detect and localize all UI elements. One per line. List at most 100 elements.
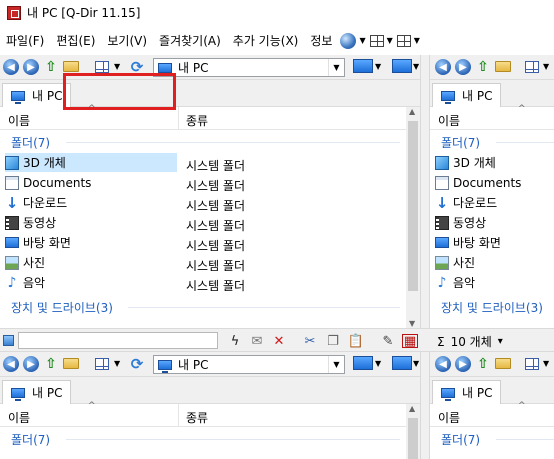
menu-extras[interactable]: 추가 기능(X): [227, 32, 305, 49]
back-icon[interactable]: ◀: [3, 59, 19, 75]
back-icon[interactable]: ◀: [435, 356, 451, 372]
mail-icon[interactable]: ✉: [249, 334, 265, 349]
item-count[interactable]: Σ 10 개체 ▾: [437, 333, 503, 350]
tab-my-pc[interactable]: 내 PC: [432, 380, 502, 404]
file-list[interactable]: ^ 이름 폴더(7): [430, 401, 554, 459]
vertical-scrollbar[interactable]: ▲ ▼: [406, 107, 420, 328]
back-icon[interactable]: ◀: [435, 59, 451, 75]
forward-icon[interactable]: ▶: [455, 356, 471, 372]
paste-icon[interactable]: 📋: [348, 334, 364, 349]
chevron-down-icon[interactable]: ▼: [543, 359, 549, 368]
address-bar[interactable]: 내 PC ▼: [153, 58, 345, 77]
properties-icon[interactable]: ▦: [402, 334, 418, 349]
filter-input[interactable]: [18, 332, 218, 349]
refresh-icon[interactable]: ⟳: [129, 355, 145, 373]
scroll-up-icon[interactable]: ▲: [409, 404, 415, 413]
tab-my-pc[interactable]: 내 PC: [2, 380, 72, 404]
list-item[interactable]: 사진: [435, 253, 554, 272]
filter-icon[interactable]: [3, 335, 14, 346]
group-folders[interactable]: 폴더(7): [441, 134, 480, 151]
up-folder-icon[interactable]: ⇧: [475, 59, 491, 75]
chevron-down-icon[interactable]: ▼: [413, 62, 419, 71]
monitor-icon[interactable]: [392, 356, 412, 370]
scroll-down-icon[interactable]: ▼: [409, 319, 415, 328]
copy-icon[interactable]: ❐: [325, 334, 341, 349]
menu-view[interactable]: 보기(V): [101, 32, 153, 49]
column-separator[interactable]: [178, 404, 179, 427]
group-drives[interactable]: 장치 및 드라이브(3): [11, 299, 113, 316]
group-folders[interactable]: 폴더(7): [441, 431, 480, 448]
chevron-down-icon[interactable]: ▼: [114, 359, 120, 368]
monitor-icon[interactable]: [392, 59, 412, 73]
tab-my-pc[interactable]: 내 PC: [2, 83, 72, 107]
forward-icon[interactable]: ▶: [23, 356, 39, 372]
layout-grid-icon[interactable]: [396, 34, 411, 47]
monitor-icon[interactable]: [353, 59, 373, 73]
list-item[interactable]: 3D 개체: [5, 153, 177, 172]
column-type[interactable]: 종류: [186, 409, 208, 426]
list-item[interactable]: Documents: [5, 173, 177, 192]
layout-grid-icon[interactable]: [369, 34, 384, 47]
list-item[interactable]: ↓ 다운로드: [5, 193, 177, 212]
new-folder-icon[interactable]: [495, 61, 511, 72]
file-list[interactable]: ^ 이름 종류 폴더(7) 3D 개체 시스템 폴더 Documents 시스템…: [0, 104, 406, 328]
view-mode-icon[interactable]: [525, 61, 539, 73]
list-item[interactable]: 동영상: [5, 213, 177, 232]
menu-file[interactable]: 파일(F): [0, 32, 50, 49]
menu-favorites[interactable]: 즐겨찾기(A): [153, 32, 227, 49]
back-icon[interactable]: ◀: [3, 356, 19, 372]
column-name[interactable]: 이름: [8, 112, 30, 129]
chevron-down-icon[interactable]: ▼: [359, 36, 365, 45]
menu-edit[interactable]: 편집(E): [50, 32, 101, 49]
column-separator[interactable]: [178, 107, 179, 130]
list-item[interactable]: ♪ 음악: [5, 273, 177, 292]
list-item[interactable]: ♪ 음악: [435, 273, 554, 292]
forward-icon[interactable]: ▶: [455, 59, 471, 75]
up-folder-icon[interactable]: ⇧: [43, 59, 59, 75]
delete-icon[interactable]: ✕: [271, 334, 287, 349]
list-item[interactable]: Documents: [435, 173, 554, 192]
scroll-up-icon[interactable]: ▲: [409, 107, 415, 116]
monitor-icon[interactable]: [353, 356, 373, 370]
view-mode-icon[interactable]: [525, 358, 539, 370]
list-item[interactable]: 3D 개체: [435, 153, 554, 172]
tab-my-pc[interactable]: 내 PC: [432, 83, 502, 107]
file-list[interactable]: ^ 이름 폴더(7) 3D 개체 Documents ↓ 다운로드 동영상 바탕 …: [430, 104, 554, 328]
file-list[interactable]: ^ 이름 종류 폴더(7): [0, 401, 406, 459]
up-folder-icon[interactable]: ⇧: [43, 356, 59, 372]
address-bar[interactable]: 내 PC ▼: [153, 355, 345, 374]
chevron-down-icon[interactable]: ▼: [413, 359, 419, 368]
lightning-icon[interactable]: ϟ: [227, 334, 243, 349]
list-item[interactable]: ↓ 다운로드: [435, 193, 554, 212]
globe-icon[interactable]: [340, 32, 357, 49]
new-folder-icon[interactable]: [63, 358, 79, 369]
column-name[interactable]: 이름: [438, 112, 460, 129]
chevron-down-icon[interactable]: ▼: [328, 59, 344, 76]
chevron-down-icon[interactable]: ▼: [114, 62, 120, 71]
menu-info[interactable]: 정보: [304, 32, 338, 49]
rename-icon[interactable]: ✎: [380, 334, 396, 349]
column-type[interactable]: 종류: [186, 112, 208, 129]
list-item[interactable]: 사진: [5, 253, 177, 272]
vertical-scrollbar[interactable]: ▲: [406, 404, 420, 459]
vertical-splitter[interactable]: [420, 55, 430, 459]
new-folder-icon[interactable]: [495, 358, 511, 369]
chevron-down-icon[interactable]: ▼: [414, 36, 420, 45]
chevron-down-icon[interactable]: ▼: [375, 62, 381, 71]
chevron-down-icon[interactable]: ▼: [543, 62, 549, 71]
chevron-down-icon[interactable]: ▼: [375, 359, 381, 368]
column-name[interactable]: 이름: [8, 409, 30, 426]
group-drives[interactable]: 장치 및 드라이브(3): [441, 299, 543, 316]
list-item[interactable]: 바탕 화면: [5, 233, 177, 252]
list-item[interactable]: 동영상: [435, 213, 554, 232]
cut-icon[interactable]: ✂: [302, 334, 318, 349]
list-item[interactable]: 바탕 화면: [435, 233, 554, 252]
scroll-thumb[interactable]: [408, 121, 418, 291]
scroll-thumb[interactable]: [408, 418, 418, 459]
group-folders[interactable]: 폴더(7): [11, 431, 50, 448]
up-folder-icon[interactable]: ⇧: [475, 356, 491, 372]
view-mode-icon[interactable]: [95, 61, 109, 73]
column-name[interactable]: 이름: [438, 409, 460, 426]
chevron-down-icon[interactable]: ▼: [328, 356, 344, 373]
chevron-down-icon[interactable]: ▼: [387, 36, 393, 45]
